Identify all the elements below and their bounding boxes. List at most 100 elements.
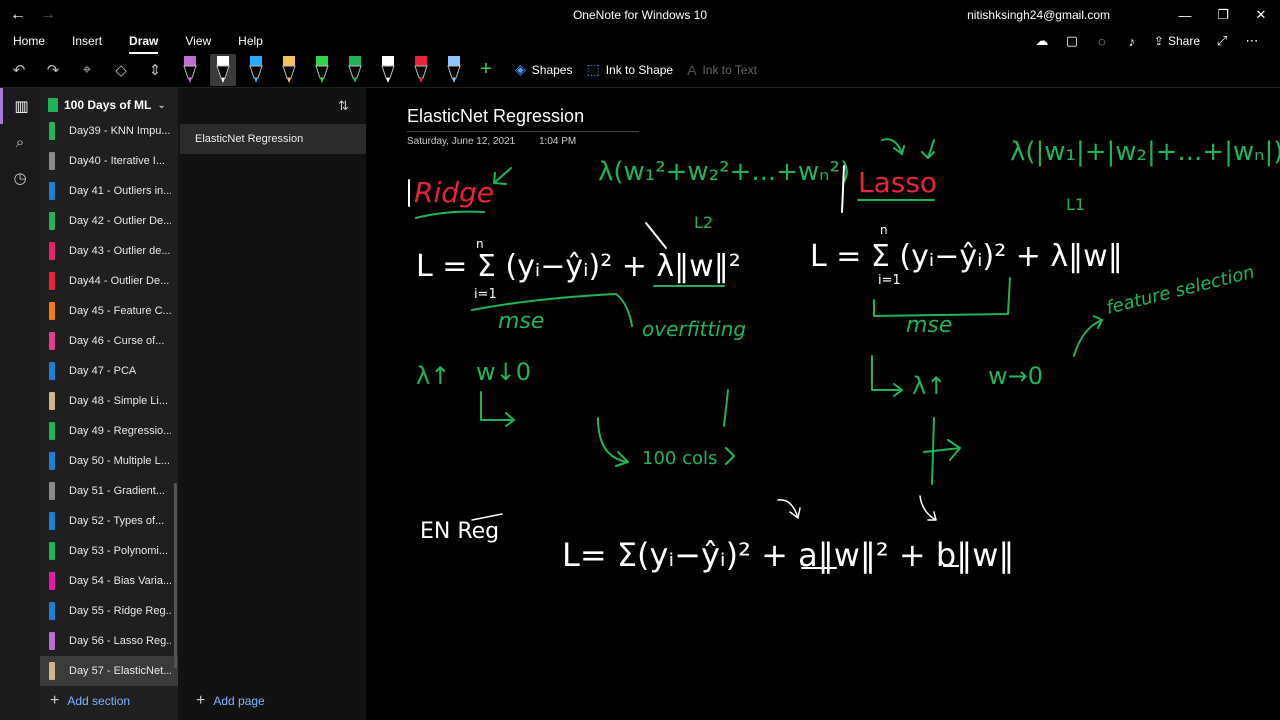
pen-1[interactable] [177,54,203,86]
forward-arrow-icon[interactable]: → [36,3,60,27]
left-rail: ▥ ⌕ ◷ [0,88,40,720]
ink-to-shape-button[interactable]: ⬚ Ink to Shape [586,61,673,78]
section-label: Day 53 - Polynomi... [69,545,169,557]
pen-8[interactable] [408,54,434,86]
shapes-icon: ◈ [515,61,526,77]
ink-ridge-formula: L = Σ (yᵢ−ŷᵢ)² + λ‖w‖² [416,249,741,284]
tab-help[interactable]: Help [238,30,263,52]
add-section-button[interactable]: + Add section [40,692,130,710]
pen-4[interactable] [276,54,302,86]
ink-arrow [493,167,512,185]
pen-6[interactable] [342,54,368,86]
section-label: Day 54 - Bias Varia... [69,575,171,587]
sort-icon[interactable]: ⇅ [338,98,349,114]
add-section-label: Add section [67,694,131,708]
section-color-tab [49,122,55,140]
add-page-label: Add page [213,694,265,708]
ink-to-text-button[interactable]: A Ink to Text [687,62,757,78]
ink-sum-upper: n [476,237,484,251]
back-arrow-icon[interactable]: ← [6,3,30,27]
share-icon: ⇪ [1153,34,1164,48]
add-space-icon[interactable]: ⇕ [140,55,170,85]
restore-icon[interactable]: ❐ [1204,0,1242,30]
section-item[interactable]: Day40 - Iterative I... [40,146,178,176]
pen-5[interactable] [309,54,335,86]
page-view-icon[interactable]: ▢ [1064,33,1080,49]
section-item[interactable]: Day 55 - Ridge Reg... [40,596,178,626]
section-item[interactable]: Day 41 - Outliers in... [40,176,178,206]
lightbulb-icon[interactable]: ◌ [1094,33,1110,49]
recent-clock-icon[interactable]: ◷ [0,160,40,196]
section-item[interactable]: Day 57 - ElasticNet... [40,656,178,686]
ink-l2-label: L2 [694,213,713,232]
section-item[interactable]: Day 54 - Bias Varia... [40,566,178,596]
pen-icon [249,55,263,83]
section-item[interactable]: Day 50 - Multiple L... [40,446,178,476]
tab-home[interactable]: Home [13,30,45,52]
add-pen-icon[interactable]: + [471,55,501,85]
pen-3[interactable] [243,54,269,86]
section-item[interactable]: Day39 - KNN Impu... [40,116,178,146]
add-page-button[interactable]: + Add page [186,692,265,710]
page-item[interactable]: ElasticNet Regression [180,124,366,154]
section-label: Day 56 - Lasso Reg... [69,635,171,647]
account-email[interactable]: nitishksingh24@gmail.com [967,8,1110,22]
pen-2[interactable] [210,53,236,86]
tab-insert[interactable]: Insert [72,30,102,52]
lasso-select-icon[interactable]: ⌖ [72,55,102,85]
pen-icon [381,55,395,83]
section-item[interactable]: Day44 - Outlier De... [40,266,178,296]
section-label: Day 51 - Gradient... [69,485,165,497]
ink-fs-label: feature selection [1104,262,1257,319]
ink-sum-lower: i=1 [474,287,497,302]
section-color-tab [49,512,55,530]
ink-to-text-label: Ink to Text [702,62,757,77]
section-item[interactable]: Day 43 - Outlier de... [40,236,178,266]
ink-fs-arrow [1073,315,1103,357]
section-item[interactable]: Day 49 - Regressio... [40,416,178,446]
share-button[interactable]: ⇪ Share [1154,34,1200,48]
section-label: Day 48 - Simple Li... [69,395,169,407]
shapes-button[interactable]: ◈ Shapes [515,61,572,78]
pen-icon [414,55,428,83]
pen-7[interactable] [375,54,401,86]
ink-ridge-penalty: λ(w₁²+w₂²+...+wₙ²) [598,157,850,187]
ink-lasso-sum-upper: n [880,223,888,237]
minimize-icon[interactable]: — [1166,0,1204,30]
undo-icon[interactable]: ↶ [4,55,34,85]
section-color-tab [49,242,55,260]
more-icon[interactable]: ⋯ [1244,33,1260,49]
section-color-tab [49,572,55,590]
sync-icon[interactable]: ☁ [1034,33,1050,49]
section-item[interactable]: Day 46 - Curse of... [40,326,178,356]
section-label: Day 42 - Outlier De... [69,215,171,227]
bell-icon[interactable]: ♪ [1124,33,1140,49]
search-icon[interactable]: ⌕ [0,124,40,160]
section-label: Day 46 - Curse of... [69,335,165,347]
section-list: Day39 - KNN Impu... Day40 - Iterative I..… [40,116,178,686]
section-label: Day 55 - Ridge Reg... [69,605,171,617]
pen-icon [348,55,362,83]
draw-ribbon: ↶ ↷ ⌖ ◇ ⇕ + ◈ Shapes ⬚ Ink to Shape A Ink t… [0,52,1280,88]
close-icon[interactable]: ✕ [1242,0,1280,30]
sections-scrollbar[interactable] [174,483,177,668]
tab-view[interactable]: View [185,30,211,52]
note-canvas[interactable]: ElasticNet Regression Saturday, June 12,… [366,88,1280,720]
ink-ridge-label: Ridge [414,176,494,209]
section-item[interactable]: Day 48 - Simple Li... [40,386,178,416]
notebooks-icon[interactable]: ▥ [0,88,40,124]
pen-9[interactable] [441,54,467,86]
fullscreen-icon[interactable]: ⤢ [1214,33,1230,49]
ink-lasso-mse-label: mse [906,313,952,338]
section-item[interactable]: Day 56 - Lasso Reg... [40,626,178,656]
section-item[interactable]: Day 45 - Feature C... [40,296,178,326]
section-item[interactable]: Day 42 - Outlier De... [40,206,178,236]
tab-draw[interactable]: Draw [129,30,159,54]
ink-b-arrow [919,495,937,521]
section-item[interactable]: Day 51 - Gradient... [40,476,178,506]
section-item[interactable]: Day 53 - Polynomi... [40,536,178,566]
section-item[interactable]: Day 47 - PCA [40,356,178,386]
section-item[interactable]: Day 52 - Types of... [40,506,178,536]
redo-icon[interactable]: ↷ [38,55,68,85]
eraser-icon[interactable]: ◇ [106,55,136,85]
